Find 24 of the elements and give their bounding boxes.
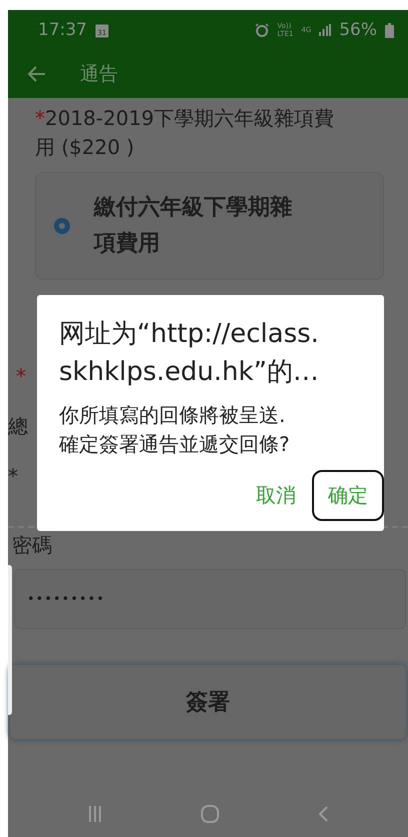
field-label: 總	[8, 414, 28, 438]
status-time: 17:37	[38, 20, 87, 40]
back-arrow-icon[interactable]	[28, 66, 46, 82]
dialog-message: 你所填寫的回條將被呈送. 確定簽署通告並遞交回條?	[59, 402, 291, 458]
back-icon[interactable]	[318, 806, 328, 822]
password-field[interactable]: •••••••••	[14, 569, 406, 629]
radio-button[interactable]	[54, 218, 70, 234]
required-mark: *	[15, 364, 26, 388]
dialog-button[interactable]: 确定	[312, 470, 384, 521]
battery-icon	[385, 22, 394, 38]
required-mark: *	[8, 464, 18, 488]
question-title: *2018-2019下學期六年級雜項費用 ($220 )	[34, 105, 336, 161]
signal-icon	[319, 24, 332, 36]
alarm-icon	[255, 23, 270, 37]
option-label: 繳付六年級下學期雜項費用	[94, 194, 293, 258]
app-bar-title: 通告	[80, 62, 118, 87]
sign-button[interactable]: 簽署	[10, 665, 406, 739]
recent-apps-icon[interactable]	[88, 806, 102, 822]
password-label: 密碼	[11, 532, 53, 559]
battery-percent: 56%	[339, 20, 377, 40]
edge-handle[interactable]	[8, 565, 12, 715]
option-card[interactable]: 繳付六年級下學期雜項費用	[35, 172, 384, 280]
home-icon[interactable]	[200, 805, 219, 823]
dialog-title: 网址为“http://eclass. skhklps.edu.hk”的…	[59, 318, 320, 389]
